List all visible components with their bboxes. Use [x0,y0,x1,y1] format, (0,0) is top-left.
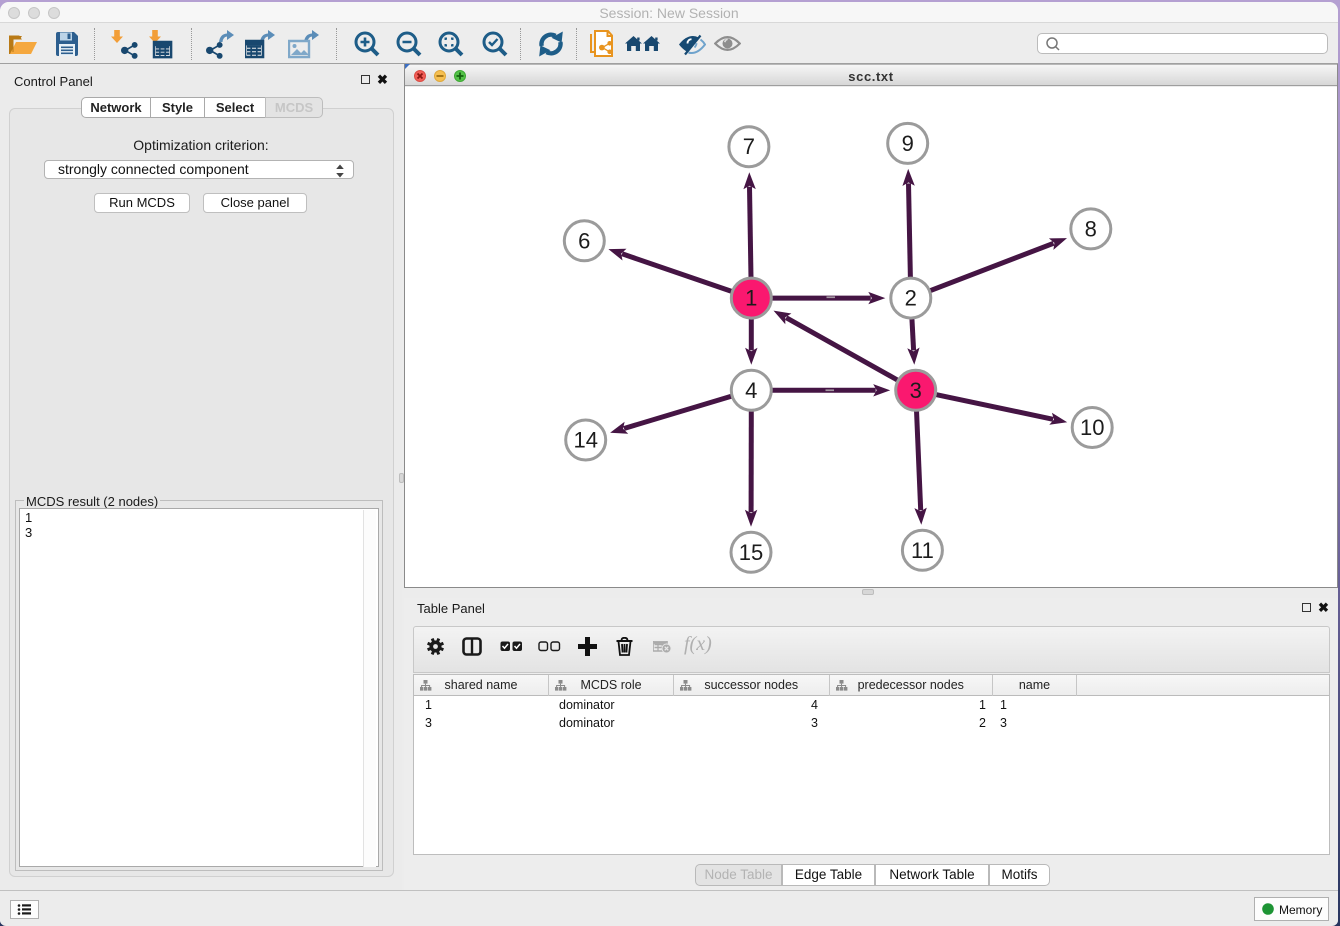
svg-text:2: 2 [905,286,917,311]
svg-text:9: 9 [902,131,914,156]
svg-text:6: 6 [578,228,590,253]
svg-text:7: 7 [743,134,755,159]
svg-text:10: 10 [1080,415,1104,440]
svg-text:f(x): f(x) [684,634,712,655]
svg-text:15: 15 [739,540,763,565]
svg-text:8: 8 [1085,216,1097,241]
svg-text:1: 1 [745,286,757,311]
svg-text:3: 3 [910,378,922,403]
svg-text:4: 4 [745,378,757,403]
svg-text:11: 11 [911,538,934,563]
svg-text:14: 14 [573,428,597,453]
